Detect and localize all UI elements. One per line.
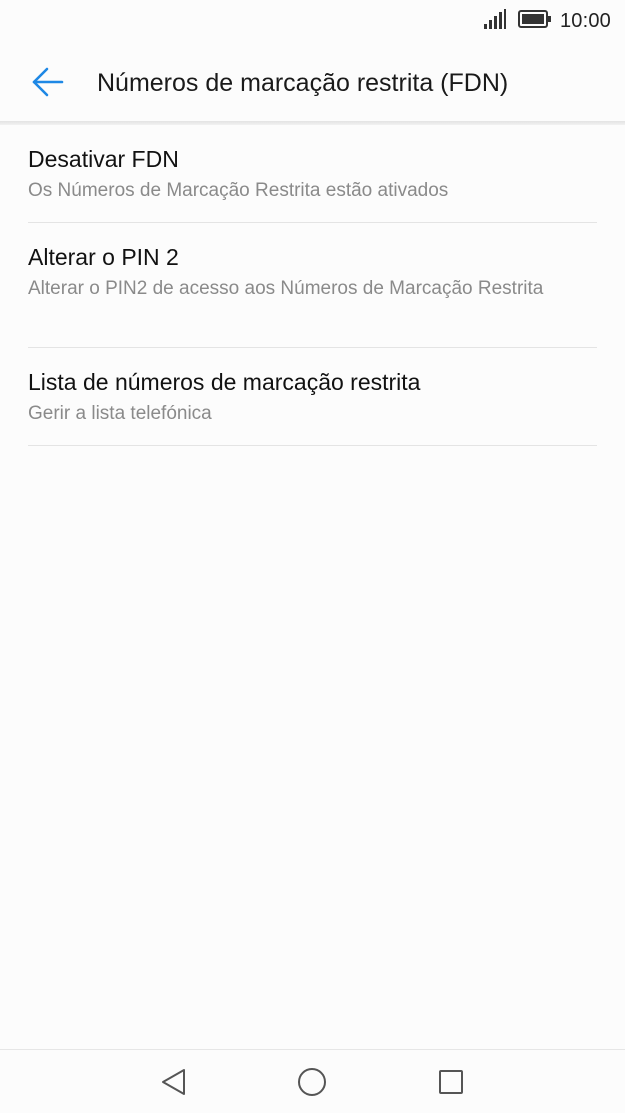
- list-item-title: Desativar FDN: [28, 146, 179, 172]
- settings-list: Desativar FDN Os Números de Marcação Res…: [28, 125, 597, 446]
- nav-home-icon: [298, 1068, 326, 1096]
- list-item-title: Lista de números de marcação restrita: [28, 369, 421, 395]
- status-bar: 10:00: [0, 0, 625, 42]
- list-item-disable-fdn[interactable]: Desativar FDN Os Números de Marcação Res…: [28, 125, 597, 223]
- nav-back-button[interactable]: [156, 1064, 192, 1100]
- status-time: 10:00: [559, 9, 611, 32]
- list-item-title: Alterar o PIN 2: [28, 244, 179, 270]
- nav-recents-icon: [439, 1070, 463, 1094]
- navigation-bar: [0, 1049, 625, 1113]
- nav-recents-button[interactable]: [433, 1064, 469, 1100]
- status-icons: 10:00: [483, 8, 611, 34]
- nav-home-button[interactable]: [294, 1064, 330, 1100]
- list-item-fdn-list[interactable]: Lista de números de marcação restrita Ge…: [28, 348, 597, 446]
- nav-back-icon: [162, 1069, 185, 1095]
- list-item-subtitle: Os Números de Marcação Restrita estão at…: [28, 180, 449, 201]
- back-button[interactable]: [20, 58, 76, 106]
- list-item-subtitle: Gerir a lista telefónica: [28, 403, 212, 424]
- app-bar: Números de marcação restrita (FDN): [0, 42, 625, 122]
- list-item-subtitle: Alterar o PIN2 de acesso aos Números de …: [28, 278, 544, 299]
- back-arrow-icon: [32, 67, 64, 97]
- list-item-change-pin2[interactable]: Alterar o PIN 2 Alterar o PIN2 de acesso…: [28, 223, 597, 348]
- page-title: Números de marcação restrita (FDN): [97, 69, 509, 97]
- battery-icon: [517, 9, 552, 33]
- signal-icon: [483, 8, 506, 34]
